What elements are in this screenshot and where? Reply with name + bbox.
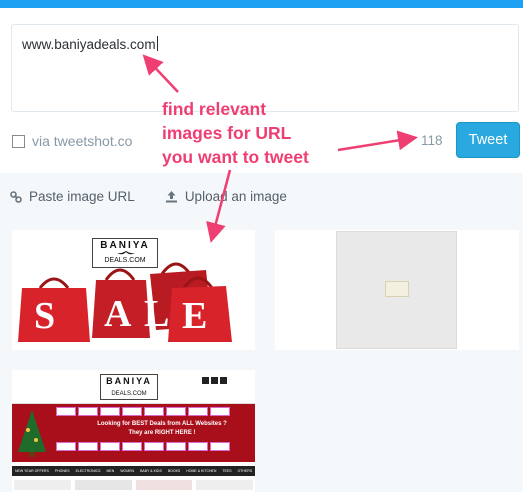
site-nav-item: WOMEN <box>120 469 135 473</box>
facebook-icon <box>202 377 209 384</box>
product-thumb <box>135 480 193 490</box>
via-tweetshot-option[interactable]: via tweetshot.co <box>12 133 132 149</box>
store-logo <box>188 407 208 416</box>
via-checkbox[interactable] <box>12 134 25 148</box>
site-header: BANIYA DEALS.COM <box>12 370 255 404</box>
image-source-actions: Paste image URL Upload an image <box>10 189 317 204</box>
site-logo: BANIYA DEALS.COM <box>100 374 158 400</box>
upload-icon <box>165 191 177 203</box>
tweet-button[interactable]: Tweet <box>456 122 520 158</box>
image-card-placeholder[interactable] <box>275 230 519 350</box>
site-nav-item: OTHERS <box>237 469 253 473</box>
product-thumb <box>14 480 71 490</box>
arrow-to-images <box>206 169 232 243</box>
site-nav-item: ELECTRONICS <box>75 469 101 473</box>
store-logo <box>100 407 120 416</box>
sale-letter-a: A <box>104 293 132 335</box>
site-nav-item: TEES <box>222 469 232 473</box>
logo-line-1: BANIYA <box>100 240 150 251</box>
paste-image-url-button[interactable]: Paste image URL <box>10 189 135 204</box>
paste-image-url-label: Paste image URL <box>29 189 135 204</box>
character-counter: 118 <box>421 133 443 148</box>
link-icon <box>10 190 22 203</box>
store-logo <box>210 442 230 451</box>
store-logo <box>56 407 76 416</box>
text-caret <box>156 36 158 51</box>
via-label: via tweetshot.co <box>32 133 133 149</box>
store-logo <box>210 407 230 416</box>
top-accent-bar <box>0 0 523 8</box>
store-logo <box>122 407 142 416</box>
store-logo <box>78 407 98 416</box>
tweet-text: www.baniyadeals.com <box>22 37 156 52</box>
logo-line-2: DEALS.COM <box>104 257 146 264</box>
site-nav: NEW YEAR OFFERS PHONES ELECTRONICS MEN W… <box>12 466 255 476</box>
image-card-sale[interactable]: S A L E BANIYA DEALS.COM <box>12 230 255 350</box>
twitter-icon <box>211 377 218 384</box>
upload-image-button[interactable]: Upload an image <box>165 189 287 204</box>
site-nav-item: BABY & KIDS <box>140 469 162 473</box>
store-logo <box>100 442 120 451</box>
store-logo <box>166 442 186 451</box>
sale-letter-l: L <box>144 293 169 335</box>
pinterest-icon <box>220 377 227 384</box>
tiny-thumbnail <box>385 281 409 297</box>
site-nav-item: MEN <box>106 469 115 473</box>
social-icons <box>202 377 227 384</box>
sale-letter-s: S <box>34 295 55 337</box>
sale-letter-e: E <box>182 295 207 337</box>
annotation-line-3: you want to tweet <box>162 147 309 167</box>
baniyadeals-logo: BANIYA DEALS.COM <box>92 238 158 268</box>
annotation-text: find relevant images for URL you want to… <box>162 97 347 169</box>
site-banner: Looking for BEST Deals from ALL Websites… <box>12 404 255 462</box>
site-product-row <box>12 478 255 492</box>
placeholder-image <box>336 231 457 349</box>
product-thumb <box>196 480 253 490</box>
store-logo <box>78 442 98 451</box>
store-logo-grid <box>56 407 252 416</box>
store-logo <box>144 407 164 416</box>
store-logo-grid-bottom <box>56 442 252 451</box>
site-logo-line-2: DEALS.COM <box>111 391 147 397</box>
product-thumb <box>74 480 132 490</box>
site-logo-line-1: BANIYA <box>106 376 152 386</box>
store-logo <box>56 442 76 451</box>
store-logo <box>144 442 164 451</box>
christmas-tree-icon <box>18 410 46 457</box>
upload-image-label: Upload an image <box>184 189 287 204</box>
store-logo <box>188 442 208 451</box>
site-nav-item: NEW YEAR OFFERS <box>15 469 49 473</box>
site-nav-item: BOOKS <box>167 469 181 473</box>
image-card-website[interactable]: BANIYA DEALS.COM Looking for BEST Deals … <box>12 370 255 492</box>
store-logo <box>122 442 142 451</box>
banner-text-2: They are RIGHT HERE ! <box>128 430 196 436</box>
site-nav-item: HOME & KITCHEN <box>186 469 217 473</box>
annotation-line-1: find relevant <box>162 99 267 119</box>
mustache-icon <box>117 251 135 255</box>
annotation-line-2: images for URL <box>162 123 292 143</box>
banner-text-1: Looking for BEST Deals from ALL Websites… <box>97 421 227 427</box>
store-logo <box>166 407 186 416</box>
site-nav-item: PHONES <box>54 469 70 473</box>
